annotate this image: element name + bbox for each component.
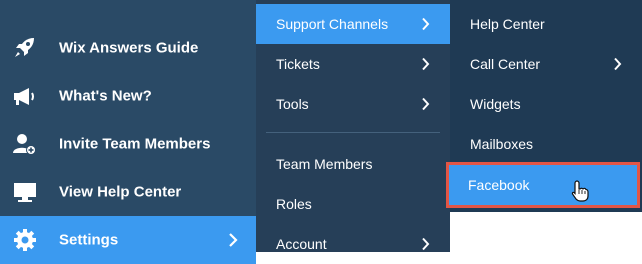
menu-item-label: Account <box>276 236 327 252</box>
background-area <box>450 212 642 252</box>
menu-item-account[interactable]: Account <box>256 224 450 264</box>
gear-icon <box>12 228 38 252</box>
settings-submenu: Support Channels Tickets Tools Team Memb… <box>256 0 450 252</box>
menu-item-roles[interactable]: Roles <box>256 184 450 224</box>
nav-item-label: Settings <box>59 231 119 249</box>
chevron-right-icon <box>421 17 430 31</box>
nav-item-label: Invite Team Members <box>59 135 211 153</box>
chevron-right-icon <box>421 57 430 71</box>
menu-item-label: Tickets <box>276 56 320 72</box>
nav-item-whats-new[interactable]: What's New? <box>0 72 256 120</box>
menu-item-team-members[interactable]: Team Members <box>256 144 450 184</box>
megaphone-icon <box>12 84 38 108</box>
monitor-icon <box>12 180 38 204</box>
add-user-icon <box>12 132 38 156</box>
nav-item-label: View Help Center <box>59 183 182 201</box>
nav-item-wix-answers-guide[interactable]: Wix Answers Guide <box>0 24 256 72</box>
menu-item-mailboxes[interactable]: Mailboxes <box>450 124 642 164</box>
menu-item-widgets[interactable]: Widgets <box>450 84 642 124</box>
nav-item-view-help-center[interactable]: View Help Center <box>0 168 256 216</box>
nav-item-invite-team-members[interactable]: Invite Team Members <box>0 120 256 168</box>
menu-item-tickets[interactable]: Tickets <box>256 44 450 84</box>
menu-item-label: Call Center <box>470 56 541 72</box>
menu-item-label: Support Channels <box>276 16 389 32</box>
menu-item-label: Mailboxes <box>470 136 534 152</box>
nav-item-label: What's New? <box>59 87 152 105</box>
menu-item-label: Help Center <box>470 16 545 32</box>
menu-item-label: Team Members <box>276 156 373 172</box>
chevron-right-icon <box>421 237 430 251</box>
rocket-icon <box>12 36 38 60</box>
chevron-right-icon <box>421 97 430 111</box>
main-nav-panel: Wix Answers Guide What's New? Invite Tea <box>0 0 256 264</box>
menu-item-call-center[interactable]: Call Center <box>450 44 642 84</box>
menu-item-label: Roles <box>276 196 312 212</box>
chevron-right-icon <box>228 233 238 247</box>
facebook-highlight-frame <box>446 162 640 208</box>
menu-divider <box>266 132 440 133</box>
nav-item-label: Wix Answers Guide <box>59 39 199 57</box>
menu-item-label: Tools <box>276 96 309 112</box>
hand-cursor-icon <box>571 180 589 202</box>
chevron-right-icon <box>613 57 622 71</box>
menu-item-label: Widgets <box>470 96 521 112</box>
menu-item-support-channels[interactable]: Support Channels <box>256 4 450 44</box>
nav-item-settings[interactable]: Settings <box>0 216 256 264</box>
menu-item-help-center[interactable]: Help Center <box>450 4 642 44</box>
menu-item-tools[interactable]: Tools <box>256 84 450 124</box>
